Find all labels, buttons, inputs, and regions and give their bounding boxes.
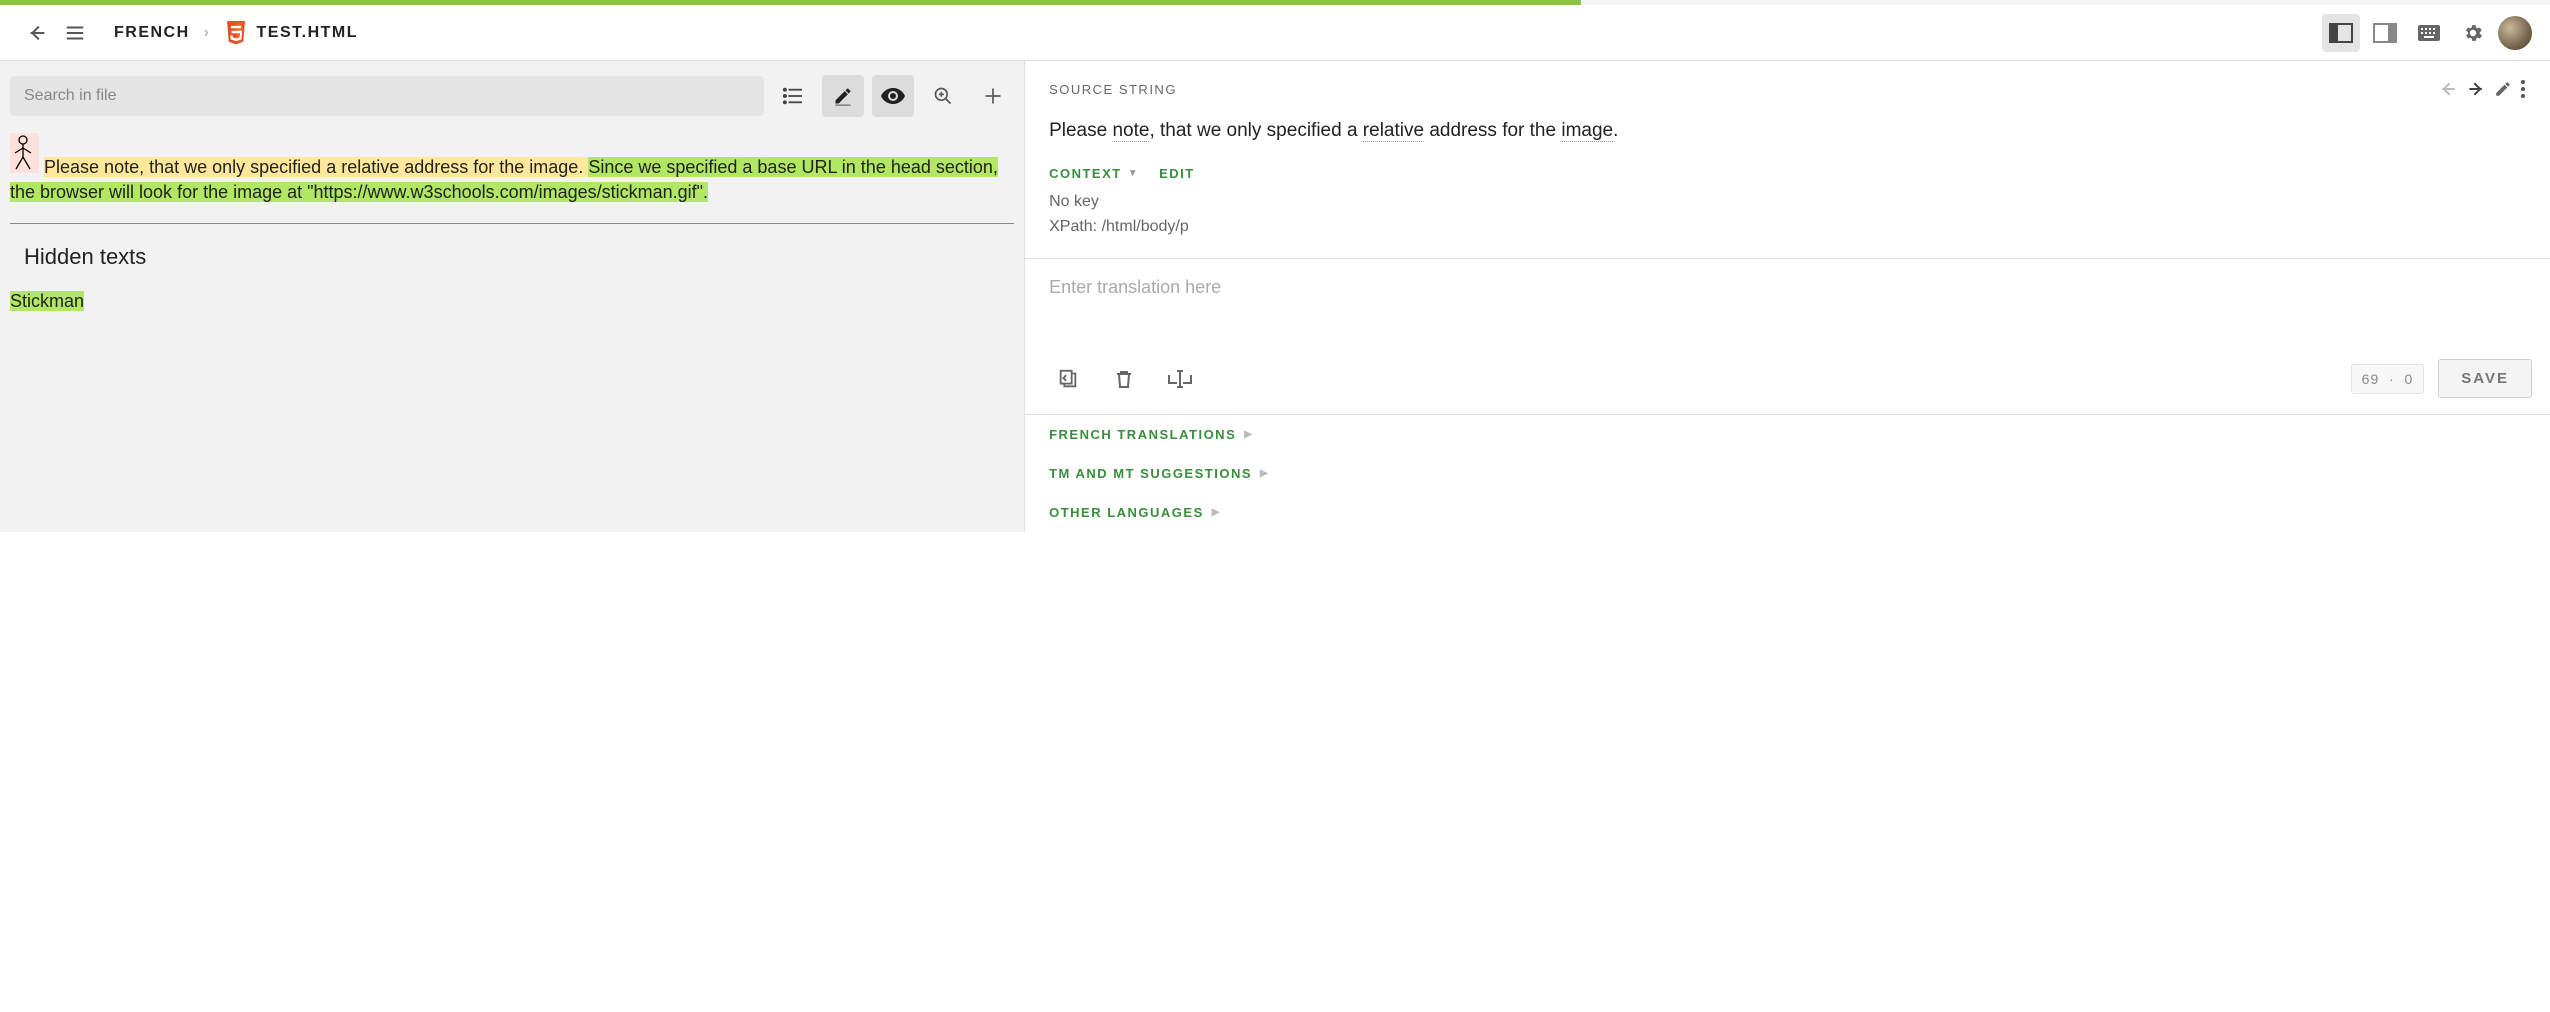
section-label: OTHER LANGUAGES (1049, 505, 1204, 520)
preview-area: Please note, that we only specified a re… (10, 117, 1014, 314)
source-header: SOURCE STRING (1025, 61, 2550, 103)
layout-left-icon (2329, 23, 2353, 43)
triangle-right-icon: ▶ (1260, 468, 1269, 479)
section-label: TM AND MT SUGGESTIONS (1049, 466, 1252, 481)
divider (10, 223, 1014, 224)
counter-translation: 0 (2404, 371, 2413, 387)
context-meta: No key XPath: /html/body/p (1025, 181, 2550, 258)
copy-down-icon (1057, 368, 1079, 390)
prev-string-button[interactable] (2438, 79, 2458, 99)
main: Please note, that we only specified a re… (0, 61, 2550, 532)
source-part: , that we only specified a (1149, 120, 1362, 141)
insert-tag-button[interactable] (1159, 358, 1201, 400)
html5-icon (225, 21, 247, 45)
stickman-icon (12, 135, 34, 171)
pencil-icon (2494, 80, 2512, 98)
plus-icon (983, 86, 1003, 106)
hidden-text-item[interactable]: Stickman (10, 291, 84, 311)
right-pane: SOURCE STRING Please note, that we only … (1025, 61, 2550, 532)
preview-button[interactable] (872, 75, 914, 117)
source-part: Please (1049, 120, 1112, 141)
context-row: CONTEXT ▼ EDIT (1025, 152, 2550, 181)
add-button[interactable] (972, 75, 1014, 117)
arrow-right-icon (2466, 79, 2486, 99)
breadcrumb-file[interactable]: TEST.HTML (225, 21, 359, 45)
triangle-right-icon: ▶ (1212, 507, 1221, 518)
trash-icon (1115, 369, 1133, 389)
layout-right-icon (2373, 23, 2397, 43)
translation-footer: 69 · 0 SAVE (1025, 352, 2550, 414)
arrow-left-icon (26, 22, 48, 44)
edit-source-button[interactable] (2494, 80, 2512, 98)
more-actions-button[interactable] (2520, 79, 2526, 99)
triangle-down-icon: ▼ (1128, 168, 1139, 179)
section-label: FRENCH TRANSLATIONS (1049, 427, 1236, 442)
section-french-translations[interactable]: FRENCH TRANSLATIONS ▶ (1025, 415, 2550, 454)
header-right (2322, 14, 2532, 52)
source-part: note (1112, 120, 1149, 142)
cursor-text-icon (1168, 370, 1192, 388)
save-button[interactable]: SAVE (2438, 359, 2532, 398)
context-label: CONTEXT (1049, 166, 1122, 181)
preview-sentence-1: Please note, that we only specified a re… (44, 157, 588, 177)
zoom-in-button[interactable] (922, 75, 964, 117)
source-actions (2438, 79, 2526, 99)
left-toolbar (10, 75, 1014, 117)
source-text: Please note, that we only specified a re… (1025, 103, 2550, 152)
gear-icon (2462, 22, 2484, 44)
left-pane: Please note, that we only specified a re… (0, 61, 1025, 532)
keyboard-icon (2417, 24, 2441, 42)
progress-fill (0, 0, 1581, 5)
translation-input[interactable] (1025, 259, 2550, 349)
arrow-left-icon (2438, 79, 2458, 99)
highlight-edit-button[interactable] (822, 75, 864, 117)
kebab-icon (2520, 79, 2526, 99)
layout-right-button[interactable] (2366, 14, 2404, 52)
list-icon (782, 87, 804, 105)
menu-button[interactable] (56, 14, 94, 52)
triangle-right-icon: ▶ (1244, 429, 1253, 440)
context-no-key: No key (1049, 189, 2526, 215)
context-xpath: XPath: /html/body/p (1049, 214, 2526, 240)
layout-left-button[interactable] (2322, 14, 2360, 52)
back-button[interactable] (18, 14, 56, 52)
stickman-image (10, 133, 39, 173)
hidden-texts-heading: Hidden texts (24, 242, 1014, 273)
keyboard-button[interactable] (2410, 14, 2448, 52)
source-string-label: SOURCE STRING (1049, 82, 1177, 97)
preview-paragraph[interactable]: Please note, that we only specified a re… (10, 133, 1014, 205)
avatar[interactable] (2498, 16, 2532, 50)
zoom-in-icon (933, 86, 953, 106)
breadcrumb-language[interactable]: FRENCH (114, 24, 190, 42)
translation-block: 69 · 0 SAVE (1025, 258, 2550, 415)
source-part: address for the (1424, 120, 1561, 141)
context-toggle[interactable]: CONTEXT ▼ (1049, 166, 1139, 181)
chevron-right-icon: › (204, 24, 211, 42)
hamburger-icon (64, 22, 86, 44)
list-view-button[interactable] (772, 75, 814, 117)
breadcrumb-file-name: TEST.HTML (257, 24, 359, 42)
source-part: image (1561, 120, 1613, 142)
copy-source-button[interactable] (1047, 358, 1089, 400)
char-counter: 69 · 0 (2351, 364, 2425, 394)
edit-context-button[interactable]: EDIT (1159, 166, 1195, 181)
pencil-icon (833, 86, 853, 106)
delete-translation-button[interactable] (1103, 358, 1145, 400)
counter-source: 69 (2362, 371, 2380, 387)
source-part: . (1613, 120, 1618, 141)
next-string-button[interactable] (2466, 79, 2486, 99)
breadcrumb: FRENCH › TEST.HTML (114, 21, 358, 45)
search-input[interactable] (10, 76, 764, 116)
section-tm-mt[interactable]: TM AND MT SUGGESTIONS ▶ (1025, 454, 2550, 493)
source-part: relative (1363, 120, 1424, 142)
eye-icon (881, 88, 905, 104)
progress-track (0, 0, 2550, 5)
settings-button[interactable] (2454, 14, 2492, 52)
header: FRENCH › TEST.HTML (0, 5, 2550, 61)
section-other-languages[interactable]: OTHER LANGUAGES ▶ (1025, 493, 2550, 532)
